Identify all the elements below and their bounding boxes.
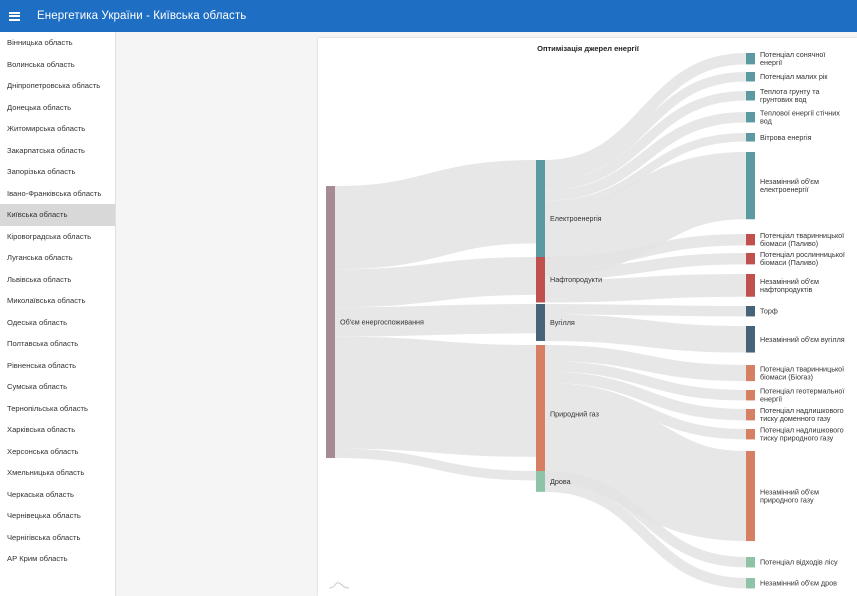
sankey-node-label: Природний газ: [550, 410, 600, 419]
sidebar-item[interactable]: Івано-Франківська область: [0, 183, 115, 205]
sankey-node[interactable]: [746, 133, 755, 142]
sankey-node[interactable]: [746, 53, 755, 65]
sidebar-item[interactable]: Сумська область: [0, 376, 115, 398]
sankey-node-label: Потенціал надлишкового тиску доменного га…: [760, 406, 844, 423]
sankey-node[interactable]: [746, 451, 755, 542]
sankey-node-label: Вугілля: [550, 318, 575, 327]
sidebar-item[interactable]: Полтавська область: [0, 333, 115, 355]
sidebar-item[interactable]: Київська область: [0, 204, 115, 226]
sidebar-item[interactable]: Житомирська область: [0, 118, 115, 140]
sankey-node[interactable]: [746, 557, 755, 568]
sankey-node-label: Потенціал малих рік: [760, 72, 828, 81]
sankey-node-label: Потенціал рослинницької біомаси (Паливо): [760, 250, 845, 267]
sankey-node[interactable]: [746, 72, 755, 82]
sankey-node-label: Торф: [760, 307, 778, 316]
sankey-node[interactable]: [746, 326, 755, 353]
sidebar-item[interactable]: Вінницька область: [0, 32, 115, 54]
sankey-node-label: Дрова: [550, 477, 571, 486]
sankey-node[interactable]: [536, 257, 545, 303]
sankey-node[interactable]: [746, 429, 755, 440]
sidebar-item[interactable]: Дніпропетровська область: [0, 75, 115, 97]
sidebar-item[interactable]: Херсонська область: [0, 441, 115, 463]
hamburger-menu-icon[interactable]: [9, 0, 31, 32]
sankey-node-label: Теплової енергії стічних вод: [760, 109, 840, 126]
sankey-node-label: Потенціал сонячної енергії: [760, 50, 825, 67]
sankey-node[interactable]: [746, 578, 755, 589]
sankey-node[interactable]: [746, 234, 755, 246]
sankey-node-label: Потенціал геотермальної енергії: [760, 387, 844, 404]
wave-icon: [328, 582, 350, 589]
sidebar-item[interactable]: Одеська область: [0, 312, 115, 334]
sidebar-item[interactable]: Рівненська область: [0, 355, 115, 377]
sankey-node[interactable]: [746, 274, 755, 297]
sankey-node-label: Потенціал тваринницької біомаси (Біогаз): [760, 365, 844, 382]
sankey-node-label: Потенціал відходів лісу: [760, 558, 838, 567]
sidebar-item[interactable]: Донецька область: [0, 97, 115, 119]
sidebar-item[interactable]: Хмельницька область: [0, 462, 115, 484]
sankey-link: [334, 448, 537, 481]
sankey-link: [544, 314, 747, 353]
sidebar-item[interactable]: Кіровоградська область: [0, 226, 115, 248]
sankey-link: [334, 257, 537, 308]
sidebar-item[interactable]: Луганська область: [0, 247, 115, 269]
sankey-node-label: Електроенергія: [550, 214, 602, 223]
sidebar-item[interactable]: Харківська область: [0, 419, 115, 441]
sidebar-item[interactable]: АР Крим область: [0, 548, 115, 570]
sidebar-item[interactable]: Львівська область: [0, 269, 115, 291]
sankey-node-label: Незамінний об'єм вугілля: [760, 335, 845, 344]
sankey-link: [334, 159, 537, 270]
sankey-node[interactable]: [746, 409, 755, 421]
sankey-chart: Об'єм енергоспоживання Електроенергія Нафт…: [326, 50, 845, 589]
sankey-node[interactable]: [536, 345, 545, 484]
sankey-node-label: Нафтопродукти: [550, 275, 602, 284]
sankey-node-label: Вітрова енергія: [760, 133, 812, 142]
sankey-node-label: Потенціал надлишкового тиску природного г…: [760, 426, 844, 443]
sankey-node-label: Об'єм енергоспоживання: [340, 318, 424, 327]
sidebar-item[interactable]: Миколаївська область: [0, 290, 115, 312]
sankey-link: [544, 274, 747, 303]
sankey-node-label: Потенціал тваринницької біомаси (Паливо): [760, 231, 844, 248]
sankey-node-label: Теплота грунту та грунтових вод: [760, 87, 819, 104]
sankey-link: [544, 304, 747, 317]
sankey-link: [334, 336, 537, 457]
sankey-node[interactable]: [326, 186, 335, 458]
sankey-node[interactable]: [746, 365, 755, 382]
chart-card: Об'єм енергоспоживання Електроенергія Нафт…: [318, 38, 857, 596]
sidebar-item[interactable]: Чернігівська область: [0, 527, 115, 549]
sidebar-item[interactable]: Закарпатська область: [0, 140, 115, 162]
sidebar-item[interactable]: Волинська область: [0, 54, 115, 76]
sankey-node[interactable]: [746, 91, 755, 101]
sankey-node[interactable]: [746, 390, 755, 401]
sankey-node[interactable]: [746, 112, 755, 123]
sankey-node[interactable]: [746, 306, 755, 317]
sankey-node[interactable]: [746, 152, 755, 220]
sidebar: Вінницька область Волинська область Дніпро…: [0, 32, 116, 596]
sidebar-item[interactable]: Тернопільська область: [0, 398, 115, 420]
sankey-node-label: Незамінний об'єм нафтопродуктів: [760, 277, 819, 294]
sankey-node[interactable]: [536, 471, 545, 492]
sankey-node-label: Незамінний об'єм електроенергії: [760, 177, 819, 194]
chart-title: Оптимізація джерел енергії: [537, 44, 639, 53]
app-bar: Енергетика України - Київська область: [0, 0, 857, 32]
app-title: Енергетика України - Київська область: [37, 10, 247, 22]
sankey-node[interactable]: [746, 253, 755, 265]
sidebar-item[interactable]: Чернівецька область: [0, 505, 115, 527]
sidebar-item[interactable]: Черкаська область: [0, 484, 115, 506]
sidebar-item[interactable]: Запорізька область: [0, 161, 115, 183]
sankey-node-label: Незамінний об'єм дров: [760, 579, 837, 588]
sankey-node[interactable]: [536, 304, 545, 341]
sankey-link: [544, 53, 747, 172]
sankey-node-label: Незамінний об'єм природного газу: [760, 488, 819, 505]
